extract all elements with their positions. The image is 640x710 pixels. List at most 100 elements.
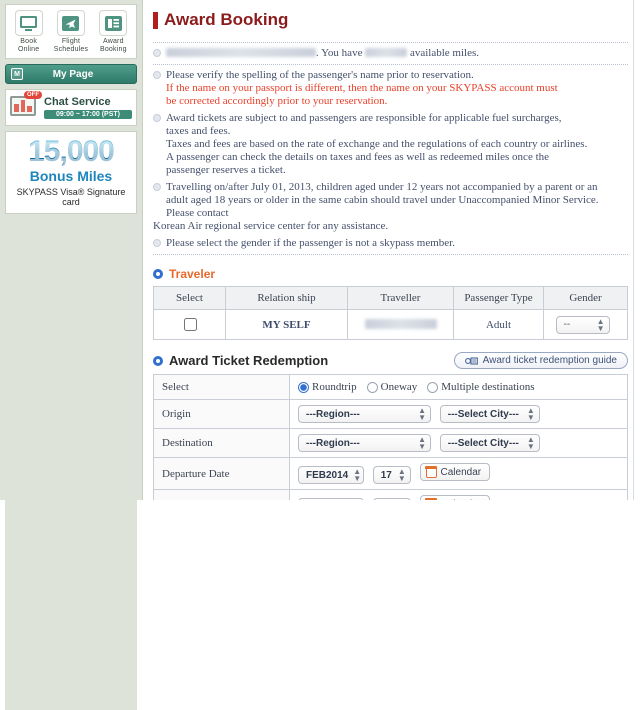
award-booking-form: Select Roundtrip Oneway Multiple destina… — [153, 374, 628, 500]
table-row: MY SELF Adult -- ▲ ▼ — [153, 309, 628, 340]
chat-service-panel[interactable]: OFF Chat Service 09:00 ~ 17:00 (PST) — [5, 89, 137, 126]
destination-region-select[interactable]: ---Region--- ▲ ▼ — [298, 434, 431, 452]
label-trip-type: Select — [153, 374, 290, 400]
sidebar-filler — [5, 214, 137, 710]
col-traveller: Traveller — [347, 286, 454, 310]
redacted-traveller-name — [364, 318, 437, 329]
calendar-icon — [425, 466, 437, 478]
notice-gender-line1: Please select the gender if the passenge… — [166, 237, 455, 249]
origin-region-select[interactable]: ---Region--- ▲ ▼ — [298, 405, 431, 423]
return-calendar-button[interactable]: Calendar — [419, 495, 491, 500]
sidebar: Book Online Flight Schedules Award Booki… — [0, 0, 143, 710]
radio-roundtrip-label: Roundtrip — [312, 381, 357, 393]
chat-hours-label: 09:00 ~ 17:00 (PST) — [44, 109, 132, 119]
traveler-section-title: Traveler — [169, 267, 216, 281]
list-document-icon — [99, 10, 128, 36]
chat-text-group: Chat Service 09:00 ~ 17:00 (PST) — [44, 96, 132, 119]
chevron-updown-icon: ▲ ▼ — [418, 406, 426, 422]
notice-spelling-warn2: be corrected accordingly prior to your r… — [166, 95, 388, 107]
col-relationship: Relation ship — [225, 286, 348, 310]
tile-label-line1: Book — [20, 38, 38, 45]
quick-links-panel: Book Online Flight Schedules Award Booki… — [5, 4, 137, 59]
destination-region-value: ---Region--- — [306, 437, 360, 449]
notice-spelling-warn1: If the name on your passport is differen… — [166, 82, 558, 94]
notice-fees-line5: passenger reserves a ticket. — [166, 164, 286, 176]
radio-multiple-label: Multiple destinations — [441, 381, 535, 393]
bullet-icon — [153, 114, 161, 122]
col-gender: Gender — [543, 286, 628, 310]
tile-label-line2: Schedules — [53, 46, 89, 53]
radio-multiple-icon — [427, 381, 439, 393]
my-page-label: My Page — [52, 68, 94, 80]
departure-calendar-label: Calendar — [440, 466, 482, 478]
radio-roundtrip[interactable]: Roundtrip — [298, 381, 357, 393]
notice-minor-line2: adult aged 18 years or older in the same… — [166, 194, 599, 219]
miles-sentence-2: available miles. — [407, 47, 479, 59]
form-row-departure-date: Departure Date FEB2014 ▲ ▼ 17 ▲ ▼ Calenda — [153, 457, 628, 490]
gender-select-value: -- — [563, 319, 571, 330]
chat-status-badge: OFF — [24, 91, 42, 99]
notice-minor: Travelling on/after July 01, 2013, child… — [153, 181, 628, 233]
table-header-row: Select Relation ship Traveller Passenger… — [153, 286, 628, 310]
notice-fees-line3: Taxes and fees are based on the rate of … — [166, 138, 588, 150]
chevron-updown-icon: ▲ ▼ — [418, 435, 426, 451]
cell-relationship: MY SELF — [225, 309, 348, 340]
tile-label-line1: Award — [102, 38, 124, 45]
traveler-section-header: Traveler — [153, 267, 628, 281]
page-title-text: Award Booking — [164, 10, 289, 29]
traveler-table: Select Relation ship Traveller Passenger… — [153, 286, 628, 340]
gender-select[interactable]: -- ▲ ▼ — [555, 315, 610, 334]
bullet-icon — [153, 239, 161, 247]
form-row-trip-type: Select Roundtrip Oneway Multiple destina… — [153, 374, 628, 400]
sidebar-item-flight-schedules[interactable]: Flight Schedules — [51, 10, 90, 54]
notice-fees: Award tickets are subject to and passeng… — [153, 112, 628, 177]
bonus-miles-banner[interactable]: 15,000 Bonus Miles SKYPASS Visa® Signatu… — [5, 131, 137, 214]
chat-service-label: Chat Service — [44, 95, 111, 108]
bonus-miles-subtitle: Bonus Miles — [29, 168, 113, 184]
redacted-member-name — [166, 48, 316, 57]
label-departure-date: Departure Date — [153, 457, 290, 490]
tile-label-line2: Booking — [99, 46, 127, 53]
traveler-select-checkbox[interactable] — [183, 318, 197, 331]
cell-passenger-type: Adult — [453, 309, 544, 340]
chevron-updown-icon: ▲ ▼ — [397, 467, 406, 483]
label-destination: Destination — [153, 428, 290, 458]
origin-region-value: ---Region--- — [306, 408, 360, 420]
departure-month-value: FEB2014 — [306, 469, 349, 481]
page-title: Award Booking — [153, 10, 628, 30]
airplane-icon — [56, 10, 85, 36]
cell-select — [153, 309, 226, 340]
cell-gender: -- ▲ ▼ — [543, 309, 628, 340]
award-section-title: Award Ticket Redemption — [169, 353, 329, 368]
notice-spelling: Please verify the spelling of the passen… — [153, 69, 628, 108]
notices-block: . You have available miles. Please verif… — [153, 42, 628, 255]
origin-city-select[interactable]: ---Select City--- ▲ ▼ — [439, 405, 540, 423]
divider-mid — [153, 64, 628, 65]
radio-oneway[interactable]: Oneway — [366, 381, 418, 393]
bonus-miles-card-name: SKYPASS Visa® Signature card — [16, 187, 126, 207]
miles-sentence-1: . You have — [316, 47, 366, 59]
departure-calendar-button[interactable]: Calendar — [419, 463, 491, 481]
notice-gender: Please select the gender if the passenge… — [153, 237, 628, 250]
sidebar-item-book-online[interactable]: Book Online — [9, 10, 48, 54]
notice-fees-line2: taxes and fees. — [166, 125, 231, 137]
radio-oneway-label: Oneway — [380, 381, 418, 393]
radio-multiple-destinations[interactable]: Multiple destinations — [427, 381, 534, 393]
chevron-updown-icon: ▲ ▼ — [526, 435, 535, 451]
destination-city-select[interactable]: ---Select City--- ▲ ▼ — [439, 434, 540, 452]
cell-traveller — [347, 309, 454, 340]
departure-day-select[interactable]: 17 ▲ ▼ — [372, 466, 411, 484]
radio-oneway-icon — [366, 381, 378, 393]
my-page-badge-icon: M — [11, 68, 23, 80]
chevron-updown-icon: ▲ ▼ — [526, 406, 535, 422]
chat-window-icon: OFF — [10, 91, 42, 120]
award-redemption-guide-button[interactable]: Award ticket redemption guide — [453, 352, 628, 369]
my-page-button[interactable]: M My Page — [5, 64, 137, 84]
col-passenger-type: Passenger Type — [453, 286, 544, 310]
notice-spelling-line1: Please verify the spelling of the passen… — [166, 69, 474, 81]
notice-fees-line4: A passenger can check the details on tax… — [166, 151, 550, 163]
departure-month-select[interactable]: FEB2014 ▲ ▼ — [298, 466, 364, 484]
form-row-destination: Destination ---Region--- ▲ ▼ ---Select Ci… — [153, 428, 628, 458]
sidebar-item-award-booking[interactable]: Award Booking — [94, 10, 133, 54]
bullet-icon — [153, 71, 161, 79]
